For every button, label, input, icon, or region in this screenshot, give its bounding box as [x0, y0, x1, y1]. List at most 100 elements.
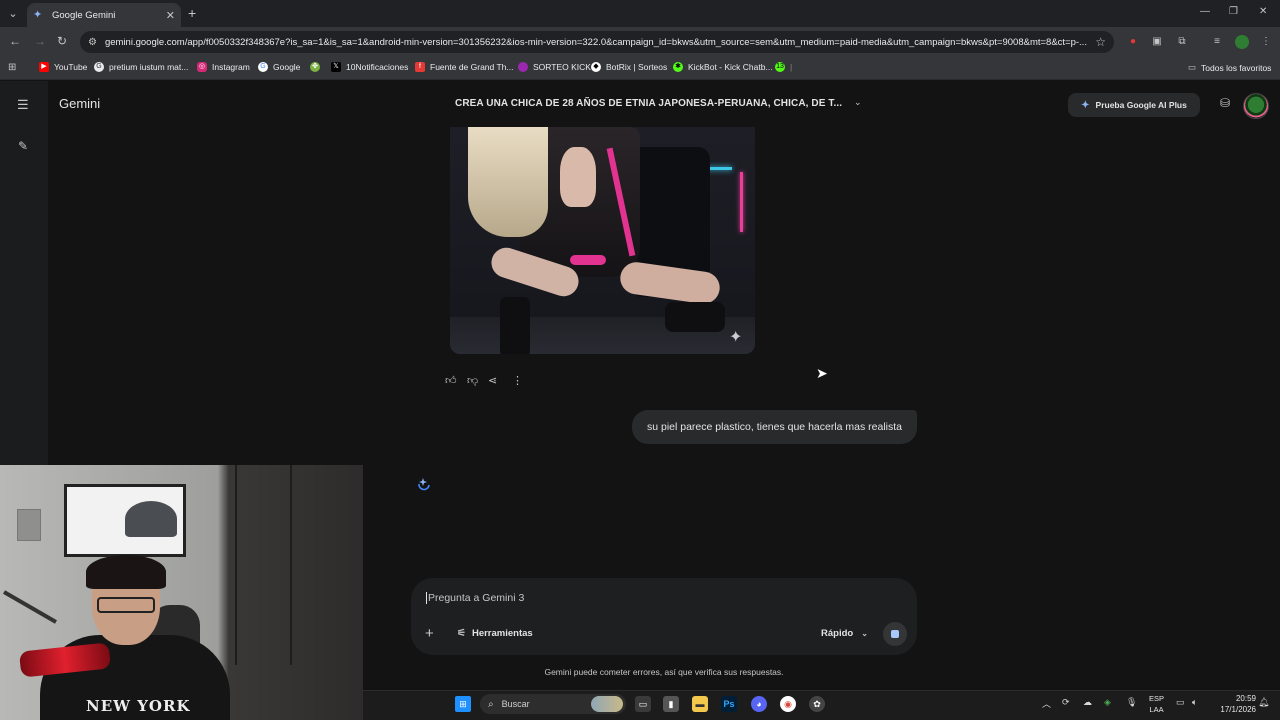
- prompt-input[interactable]: [426, 592, 846, 604]
- thumbs-up-icon[interactable]: 👍︎: [445, 374, 457, 387]
- close-tab-icon[interactable]: ✕: [166, 9, 175, 22]
- model-mode-dropdown[interactable]: Rápido ⌄: [821, 628, 868, 639]
- profile-avatar-icon[interactable]: [1235, 35, 1249, 49]
- bookmark-botrix[interactable]: ◆ BotRix | Sorteos: [591, 62, 667, 72]
- chrome-menu-icon[interactable]: ⋮: [1259, 35, 1273, 49]
- network-icon[interactable]: ▭: [1176, 697, 1185, 708]
- tools-button[interactable]: ⚟ Herramientas: [457, 628, 533, 639]
- pinwheel-icon: ✤: [310, 62, 320, 72]
- hamburger-menu-icon[interactable]: ☰: [17, 97, 29, 113]
- bookmark-kickbot[interactable]: ✱ KickBot - Kick Chatb...: [673, 62, 773, 72]
- thumbs-down-icon[interactable]: 👎︎: [467, 374, 478, 387]
- new-tab-icon[interactable]: +: [188, 5, 196, 21]
- bookmark-10notificaciones[interactable]: 𝕏 10Notificaciones: [331, 62, 408, 72]
- browser-tab-strip: ⌄ ✦ Google Gemini ✕ + — ❐ ✕: [0, 0, 1280, 27]
- task-view-icon[interactable]: ▭: [635, 696, 651, 712]
- photoshop-icon[interactable]: Ps: [721, 696, 737, 712]
- address-bar[interactable]: ⚙ gemini.google.com/app/f0050332f348367e…: [80, 31, 1114, 53]
- cabinet-edge: [235, 465, 237, 665]
- chevron-down-icon[interactable]: ⌄: [854, 97, 862, 108]
- all-bookmarks-folder[interactable]: ▭ Todos los favoritos: [1188, 62, 1271, 73]
- bookmark-label: KickBot - Kick Chatb...: [688, 62, 773, 72]
- all-bookmarks-label: Todos los favoritos: [1201, 62, 1272, 73]
- notifications-icon[interactable]: 🔔︎: [1258, 697, 1269, 708]
- more-options-icon[interactable]: ⋮: [512, 374, 523, 387]
- sync-icon[interactable]: ⟳: [1062, 697, 1070, 708]
- bookmark-label: SORTEO KICK: [533, 62, 591, 72]
- bookmark-gta[interactable]: f Fuente de Grand Th...: [415, 62, 513, 72]
- clock-time: 20:59: [1235, 694, 1256, 703]
- bookmark-label: Instagram: [212, 62, 250, 72]
- back-icon[interactable]: ←: [9, 34, 21, 48]
- app-icon[interactable]: ✿: [809, 696, 825, 712]
- avatar[interactable]: [1243, 93, 1269, 119]
- bookmark-star-icon[interactable]: ☆: [1095, 35, 1106, 49]
- chat-title[interactable]: CREA UNA CHICA DE 28 AÑOS DE ETNIA JAPON…: [455, 98, 842, 109]
- app-tray-icon[interactable]: ◈: [1104, 697, 1111, 708]
- try-ai-plus-label: Prueba Google AI Plus: [1095, 100, 1187, 110]
- forward-icon[interactable]: →: [34, 34, 46, 48]
- system-clock[interactable]: 20:59 17/1/2026: [1210, 693, 1256, 715]
- bookmark-label: YouTube: [54, 62, 88, 72]
- bookmark-google[interactable]: G Google: [258, 62, 300, 72]
- search-icon: ⌕: [488, 698, 494, 710]
- restore-icon[interactable]: ❐: [1229, 6, 1238, 17]
- tab-google-gemini[interactable]: ✦ Google Gemini ✕: [27, 3, 181, 27]
- bookmark-pinwheel[interactable]: ✤: [310, 62, 325, 72]
- mic-arm: [3, 590, 57, 624]
- language-indicator[interactable]: ESP LAA: [1149, 693, 1164, 715]
- figure-boot: [500, 297, 530, 354]
- bookmark-youtube[interactable]: ▶ YouTube: [39, 62, 87, 72]
- gift-icon[interactable]: ⛁: [1220, 96, 1230, 110]
- discord-icon[interactable]: ◕: [751, 696, 767, 712]
- bookmark-label: Fuente de Grand Th...: [430, 62, 514, 72]
- reload-icon[interactable]: ↻: [57, 34, 67, 48]
- extension-red-icon[interactable]: ●: [1126, 35, 1140, 49]
- taskbar-search[interactable]: ⌕ Buscar: [480, 694, 626, 714]
- generated-image[interactable]: ✦: [450, 127, 755, 354]
- browser-toolbar: ← → ↻ ⚙ gemini.google.com/app/f0050332f3…: [0, 27, 1280, 57]
- loading-spinner-icon: [418, 478, 430, 491]
- stop-generation-button[interactable]: [883, 622, 907, 646]
- figure-skin: [560, 147, 596, 207]
- apps-grid-icon[interactable]: ⊞: [8, 62, 16, 73]
- chrome-icon[interactable]: ◉: [780, 696, 796, 712]
- bookmark-instagram[interactable]: ◎ Instagram: [197, 62, 250, 72]
- close-window-icon[interactable]: ✕: [1259, 6, 1267, 17]
- sorteo-icon: [518, 62, 528, 72]
- tab-search-icon[interactable]: ⌄: [4, 4, 22, 22]
- share-icon[interactable]: ⋖: [488, 374, 497, 387]
- file-explorer-icon[interactable]: ▬: [692, 696, 708, 712]
- volume-icon[interactable]: 🔈︎: [1192, 697, 1197, 708]
- mode-label: Rápido: [821, 628, 854, 639]
- media-controls-icon[interactable]: ≡: [1210, 35, 1224, 49]
- try-ai-plus-button[interactable]: ✦ Prueba Google AI Plus: [1068, 93, 1200, 117]
- bookmark-label: BotRix | Sorteos: [606, 62, 668, 72]
- streamer-hair: [86, 555, 166, 589]
- site-info-icon[interactable]: ⚙: [88, 37, 97, 48]
- show-hidden-icons-icon[interactable]: ︿: [1042, 697, 1051, 710]
- gemini-favicon-icon: ✦: [33, 9, 43, 21]
- sparkle-icon: ✦: [1081, 99, 1090, 111]
- extensions-puzzle-icon[interactable]: ⧉: [1175, 35, 1189, 49]
- extension-card-icon[interactable]: ▣: [1150, 35, 1164, 49]
- bookmark-13[interactable]: 13 |: [775, 62, 792, 72]
- new-chat-icon[interactable]: ✎: [18, 139, 28, 153]
- bookmark-label: pretium iustum mat...: [109, 62, 189, 72]
- app-icon[interactable]: ▮: [663, 696, 679, 712]
- minimize-icon[interactable]: —: [1200, 6, 1210, 17]
- badge-13-icon: 13: [775, 62, 785, 72]
- glasses: [97, 597, 155, 613]
- add-attachment-icon[interactable]: +: [425, 625, 434, 642]
- bookmark-sorteo-kick[interactable]: SORTEO KICK: [518, 62, 591, 72]
- botrix-icon: ◆: [591, 62, 601, 72]
- figure-hair: [468, 127, 548, 237]
- bookmark-pretium[interactable]: Gpretium iustum mat...: [94, 62, 188, 72]
- url-text: gemini.google.com/app/f0050332f348367e?i…: [104, 36, 1087, 48]
- microphone-icon[interactable]: 🎙︎: [1126, 697, 1137, 708]
- cloud-icon[interactable]: ☁: [1083, 697, 1092, 708]
- taskbar-search-label: Buscar: [501, 699, 530, 709]
- windows-start-icon[interactable]: ⊞: [455, 696, 471, 712]
- bookmark-label: Google: [273, 62, 301, 72]
- figure-boot: [665, 302, 725, 332]
